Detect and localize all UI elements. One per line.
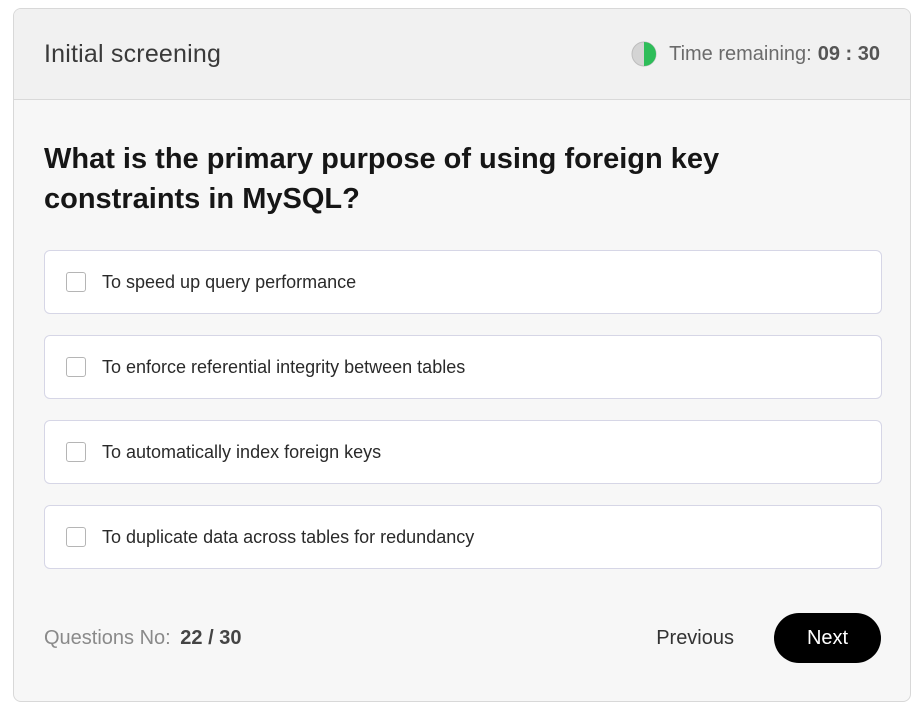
answer-option[interactable]: To enforce referential integrity between…: [44, 335, 882, 399]
option-label: To automatically index foreign keys: [102, 441, 382, 462]
next-button[interactable]: Next: [774, 613, 881, 663]
question-counter-value: 22 / 30: [180, 626, 242, 649]
quiz-footer: Questions No: 22 / 30 Previous Next: [44, 613, 881, 663]
option-label: To speed up query performance: [102, 271, 357, 292]
option-checkbox[interactable]: [66, 527, 86, 547]
option-checkbox[interactable]: [66, 442, 86, 462]
option-label: To enforce referential integrity between…: [102, 356, 466, 377]
navigation: Previous Next: [656, 613, 881, 663]
answer-option[interactable]: To duplicate data across tables for redu…: [44, 505, 882, 569]
question-counter-label: Questions No:: [44, 626, 171, 649]
quiz-card: Initial screening Time remaining: 09 : 3…: [13, 8, 911, 702]
timer-value: 09 : 30: [817, 42, 880, 65]
option-checkbox[interactable]: [66, 272, 86, 292]
answer-option[interactable]: To automatically index foreign keys: [44, 420, 882, 484]
answer-option[interactable]: To speed up query performance: [44, 250, 882, 314]
previous-button[interactable]: Previous: [656, 627, 734, 650]
option-label: To duplicate data across tables for redu…: [102, 526, 475, 547]
answer-options: To speed up query performance To enforce…: [44, 250, 882, 590]
question-counter: Questions No: 22 / 30: [44, 627, 241, 650]
timer-label: Time remaining:: [669, 42, 812, 65]
question-text: What is the primary purpose of using for…: [44, 143, 720, 215]
timer-progress-icon: [631, 41, 657, 67]
timer: Time remaining: 09 : 30: [631, 41, 880, 67]
quiz-header: Initial screening Time remaining: 09 : 3…: [14, 9, 910, 100]
page-title: Initial screening: [44, 39, 222, 68]
option-checkbox[interactable]: [66, 357, 86, 377]
